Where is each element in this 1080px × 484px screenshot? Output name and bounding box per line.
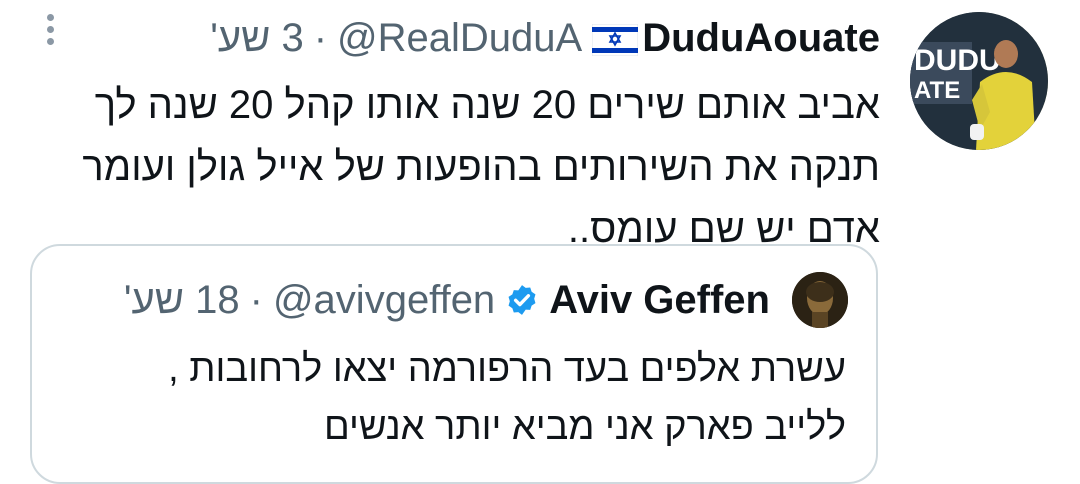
quoted-author-avatar[interactable] — [792, 272, 848, 328]
tweet-text-line: תנקה את השירותים בהופעות של אייל גולן וע… — [82, 145, 880, 189]
quoted-author-handle[interactable]: @avivgeffen — [273, 274, 495, 326]
quoted-text-line: עשרת אלפים בעד הרפורמה יצאו לרחובות , — [168, 348, 846, 390]
avatar-logo-text: DUDU — [914, 44, 1001, 77]
author-avatar[interactable]: DUDU ATE — [910, 12, 1048, 150]
more-options-icon[interactable] — [40, 14, 60, 54]
author-name[interactable]: DuduAouate — [592, 12, 880, 64]
separator-dot: · — [249, 278, 263, 322]
tweet-time[interactable]: 3 שע' — [210, 12, 303, 64]
tweet-header: DuduAouate @RealDuduA · 3 שע' — [210, 12, 880, 64]
quoted-tweet-text: עשרת אלפים בעד הרפורמה יצאו לרחובות , לל… — [56, 340, 846, 456]
tweet[interactable]: DUDU ATE DuduAouate @RealDuduA · 3 שע' א… — [0, 0, 1080, 484]
quoted-author-name[interactable]: Aviv Geffen — [549, 274, 770, 326]
quoted-tweet-time[interactable]: 18 שע' — [124, 274, 240, 326]
quoted-tweet[interactable]: Aviv Geffen @avivgeffen · 18 שע' עשרת אל… — [30, 244, 878, 484]
separator-dot: · — [313, 16, 328, 60]
svg-text:ATE: ATE — [914, 77, 960, 104]
tweet-text: אביב אותם שירים 20 שנה אותו קהל 20 שנה ל… — [40, 74, 880, 260]
quoted-tweet-header: Aviv Geffen @avivgeffen · 18 שע' — [124, 274, 770, 326]
israel-flag-icon — [592, 24, 639, 57]
tweet-text-line: אביב אותם שירים 20 שנה אותו קהל 20 שנה ל… — [94, 83, 880, 127]
verified-badge-icon — [508, 285, 536, 315]
quoted-text-line: ללייב פארק אני מביא יותר אנשים — [323, 406, 846, 448]
author-handle[interactable]: @RealDuduA — [337, 12, 582, 64]
